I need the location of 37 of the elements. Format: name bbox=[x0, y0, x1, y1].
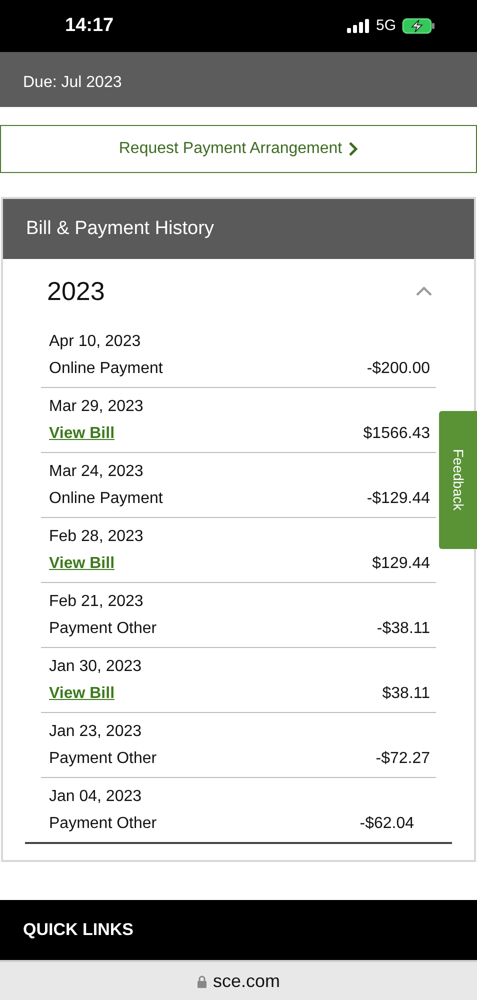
transaction-amount: -$200.00 bbox=[366, 358, 430, 378]
url-text: sce.com bbox=[212, 970, 280, 992]
due-date: Due: Jul 2023 bbox=[23, 73, 122, 93]
network-label: 5G bbox=[376, 16, 396, 36]
status-time: 14:17 bbox=[65, 14, 114, 38]
transaction-date: Apr 10, 2023 bbox=[49, 332, 142, 352]
transaction-date: Mar 24, 2023 bbox=[49, 462, 144, 482]
year-accordion-header[interactable]: 2023 bbox=[25, 259, 452, 323]
transaction-type: Payment Other bbox=[49, 618, 157, 638]
transaction-date: Jan 30, 2023 bbox=[49, 656, 143, 676]
transaction-date: Feb 21, 2023 bbox=[49, 592, 144, 612]
quick-links-heading: QUICK LINKS bbox=[23, 919, 134, 942]
request-payment-arrangement-button[interactable]: Request Payment Arrangement bbox=[0, 125, 477, 173]
transaction-amount: -$38.11 bbox=[376, 618, 430, 638]
transaction-amount: -$62.04 bbox=[360, 814, 414, 834]
signal-icon bbox=[346, 19, 370, 33]
transaction-date: Feb 28, 2023 bbox=[49, 526, 144, 546]
lock-icon bbox=[196, 974, 207, 988]
transaction-amount: $129.44 bbox=[372, 554, 430, 574]
transaction-amount: $1566.43 bbox=[363, 424, 430, 444]
transaction-amount: $38.11 bbox=[382, 684, 430, 704]
transaction-amount: -$129.44 bbox=[366, 488, 430, 508]
transaction-type: Online Payment bbox=[49, 358, 163, 378]
view-bill-link[interactable]: View Bill bbox=[49, 422, 115, 446]
transaction-amount: -$72.27 bbox=[376, 748, 430, 768]
feedback-tab[interactable]: Feedback bbox=[439, 411, 477, 549]
transaction-type: Online Payment bbox=[49, 488, 163, 508]
chevron-right-icon bbox=[348, 142, 358, 156]
battery-charging-icon bbox=[402, 18, 435, 34]
transaction-date: Jan 04, 2023 bbox=[49, 786, 143, 806]
transaction-date: Mar 29, 2023 bbox=[49, 396, 144, 416]
transaction-date: Jan 23, 2023 bbox=[49, 722, 143, 742]
history-title: Bill & Payment History bbox=[26, 216, 214, 241]
view-bill-link[interactable]: View Bill bbox=[49, 682, 115, 706]
transaction-type: Payment Other bbox=[49, 748, 157, 768]
transaction-type: Payment Other bbox=[49, 814, 157, 834]
view-bill-link[interactable]: View Bill bbox=[49, 552, 115, 576]
